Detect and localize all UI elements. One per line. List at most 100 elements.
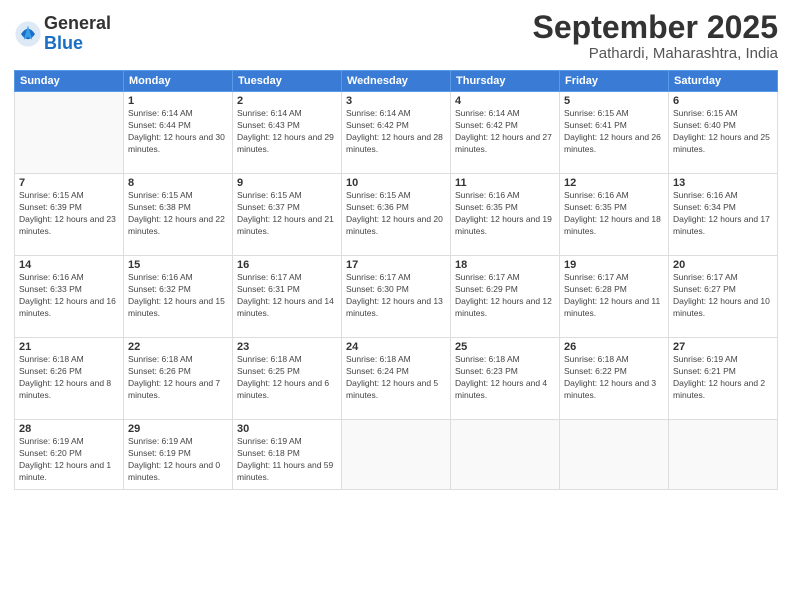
calendar-cell (342, 420, 451, 490)
calendar-cell: 20Sunrise: 6:17 AMSunset: 6:27 PMDayligh… (669, 256, 778, 338)
weekday-header-wednesday: Wednesday (342, 71, 451, 92)
day-number: 8 (128, 177, 228, 189)
calendar-cell: 15Sunrise: 6:16 AMSunset: 6:32 PMDayligh… (124, 256, 233, 338)
day-info: Sunrise: 6:14 AMSunset: 6:43 PMDaylight:… (237, 108, 337, 156)
day-info: Sunrise: 6:16 AMSunset: 6:34 PMDaylight:… (673, 190, 773, 238)
day-info: Sunrise: 6:18 AMSunset: 6:25 PMDaylight:… (237, 354, 337, 402)
calendar-cell: 30Sunrise: 6:19 AMSunset: 6:18 PMDayligh… (233, 420, 342, 490)
calendar-cell: 19Sunrise: 6:17 AMSunset: 6:28 PMDayligh… (560, 256, 669, 338)
day-number: 30 (237, 423, 337, 435)
calendar-cell: 25Sunrise: 6:18 AMSunset: 6:23 PMDayligh… (451, 338, 560, 420)
calendar-cell: 8Sunrise: 6:15 AMSunset: 6:38 PMDaylight… (124, 174, 233, 256)
calendar-cell: 1Sunrise: 6:14 AMSunset: 6:44 PMDaylight… (124, 92, 233, 174)
day-info: Sunrise: 6:15 AMSunset: 6:38 PMDaylight:… (128, 190, 228, 238)
week-row-1: 1Sunrise: 6:14 AMSunset: 6:44 PMDaylight… (15, 92, 778, 174)
calendar-cell: 13Sunrise: 6:16 AMSunset: 6:34 PMDayligh… (669, 174, 778, 256)
weekday-header-row: SundayMondayTuesdayWednesdayThursdayFrid… (15, 71, 778, 92)
day-info: Sunrise: 6:14 AMSunset: 6:42 PMDaylight:… (455, 108, 555, 156)
day-info: Sunrise: 6:17 AMSunset: 6:27 PMDaylight:… (673, 272, 773, 320)
day-number: 15 (128, 259, 228, 271)
day-number: 21 (19, 341, 119, 353)
weekday-header-sunday: Sunday (15, 71, 124, 92)
day-info: Sunrise: 6:17 AMSunset: 6:28 PMDaylight:… (564, 272, 664, 320)
calendar-cell: 21Sunrise: 6:18 AMSunset: 6:26 PMDayligh… (15, 338, 124, 420)
calendar-cell: 2Sunrise: 6:14 AMSunset: 6:43 PMDaylight… (233, 92, 342, 174)
day-number: 14 (19, 259, 119, 271)
day-number: 10 (346, 177, 446, 189)
calendar-cell: 28Sunrise: 6:19 AMSunset: 6:20 PMDayligh… (15, 420, 124, 490)
day-number: 3 (346, 95, 446, 107)
logo: General Blue (14, 14, 111, 54)
header: General Blue September 2025 Pathardi, Ma… (14, 10, 778, 62)
month-title: September 2025 (533, 10, 778, 45)
calendar-cell: 12Sunrise: 6:16 AMSunset: 6:35 PMDayligh… (560, 174, 669, 256)
day-info: Sunrise: 6:18 AMSunset: 6:24 PMDaylight:… (346, 354, 446, 402)
day-info: Sunrise: 6:15 AMSunset: 6:37 PMDaylight:… (237, 190, 337, 238)
day-info: Sunrise: 6:16 AMSunset: 6:32 PMDaylight:… (128, 272, 228, 320)
day-info: Sunrise: 6:18 AMSunset: 6:22 PMDaylight:… (564, 354, 664, 402)
day-number: 23 (237, 341, 337, 353)
day-number: 28 (19, 423, 119, 435)
calendar-cell (560, 420, 669, 490)
day-info: Sunrise: 6:19 AMSunset: 6:19 PMDaylight:… (128, 436, 228, 484)
day-info: Sunrise: 6:18 AMSunset: 6:26 PMDaylight:… (19, 354, 119, 402)
day-info: Sunrise: 6:14 AMSunset: 6:42 PMDaylight:… (346, 108, 446, 156)
day-number: 26 (564, 341, 664, 353)
weekday-header-monday: Monday (124, 71, 233, 92)
calendar-cell: 6Sunrise: 6:15 AMSunset: 6:40 PMDaylight… (669, 92, 778, 174)
calendar-cell: 10Sunrise: 6:15 AMSunset: 6:36 PMDayligh… (342, 174, 451, 256)
day-number: 7 (19, 177, 119, 189)
calendar-cell: 27Sunrise: 6:19 AMSunset: 6:21 PMDayligh… (669, 338, 778, 420)
day-number: 19 (564, 259, 664, 271)
calendar-cell (15, 92, 124, 174)
calendar-cell: 14Sunrise: 6:16 AMSunset: 6:33 PMDayligh… (15, 256, 124, 338)
day-info: Sunrise: 6:15 AMSunset: 6:40 PMDaylight:… (673, 108, 773, 156)
calendar-cell: 16Sunrise: 6:17 AMSunset: 6:31 PMDayligh… (233, 256, 342, 338)
weekday-header-saturday: Saturday (669, 71, 778, 92)
day-number: 20 (673, 259, 773, 271)
day-number: 22 (128, 341, 228, 353)
logo-text: General Blue (44, 14, 111, 54)
calendar-cell: 9Sunrise: 6:15 AMSunset: 6:37 PMDaylight… (233, 174, 342, 256)
weekday-header-tuesday: Tuesday (233, 71, 342, 92)
day-number: 16 (237, 259, 337, 271)
calendar-cell: 24Sunrise: 6:18 AMSunset: 6:24 PMDayligh… (342, 338, 451, 420)
day-number: 11 (455, 177, 555, 189)
day-number: 13 (673, 177, 773, 189)
week-row-5: 28Sunrise: 6:19 AMSunset: 6:20 PMDayligh… (15, 420, 778, 490)
day-info: Sunrise: 6:17 AMSunset: 6:29 PMDaylight:… (455, 272, 555, 320)
location: Pathardi, Maharashtra, India (533, 45, 778, 62)
logo-general: General (44, 14, 111, 34)
day-number: 1 (128, 95, 228, 107)
day-number: 18 (455, 259, 555, 271)
day-info: Sunrise: 6:18 AMSunset: 6:23 PMDaylight:… (455, 354, 555, 402)
day-info: Sunrise: 6:15 AMSunset: 6:39 PMDaylight:… (19, 190, 119, 238)
day-number: 17 (346, 259, 446, 271)
day-info: Sunrise: 6:19 AMSunset: 6:20 PMDaylight:… (19, 436, 119, 484)
day-number: 12 (564, 177, 664, 189)
day-info: Sunrise: 6:18 AMSunset: 6:26 PMDaylight:… (128, 354, 228, 402)
calendar-cell (669, 420, 778, 490)
day-info: Sunrise: 6:16 AMSunset: 6:33 PMDaylight:… (19, 272, 119, 320)
weekday-header-thursday: Thursday (451, 71, 560, 92)
day-info: Sunrise: 6:15 AMSunset: 6:36 PMDaylight:… (346, 190, 446, 238)
day-number: 24 (346, 341, 446, 353)
weekday-header-friday: Friday (560, 71, 669, 92)
week-row-3: 14Sunrise: 6:16 AMSunset: 6:33 PMDayligh… (15, 256, 778, 338)
day-number: 9 (237, 177, 337, 189)
logo-icon (14, 20, 42, 48)
logo-blue: Blue (44, 34, 111, 54)
calendar-cell: 7Sunrise: 6:15 AMSunset: 6:39 PMDaylight… (15, 174, 124, 256)
day-number: 2 (237, 95, 337, 107)
day-info: Sunrise: 6:19 AMSunset: 6:21 PMDaylight:… (673, 354, 773, 402)
calendar-cell: 26Sunrise: 6:18 AMSunset: 6:22 PMDayligh… (560, 338, 669, 420)
day-info: Sunrise: 6:16 AMSunset: 6:35 PMDaylight:… (455, 190, 555, 238)
day-info: Sunrise: 6:17 AMSunset: 6:30 PMDaylight:… (346, 272, 446, 320)
page: General Blue September 2025 Pathardi, Ma… (0, 0, 792, 612)
calendar-cell: 11Sunrise: 6:16 AMSunset: 6:35 PMDayligh… (451, 174, 560, 256)
calendar-cell: 5Sunrise: 6:15 AMSunset: 6:41 PMDaylight… (560, 92, 669, 174)
calendar: SundayMondayTuesdayWednesdayThursdayFrid… (14, 70, 778, 490)
day-number: 6 (673, 95, 773, 107)
calendar-cell: 22Sunrise: 6:18 AMSunset: 6:26 PMDayligh… (124, 338, 233, 420)
day-number: 27 (673, 341, 773, 353)
